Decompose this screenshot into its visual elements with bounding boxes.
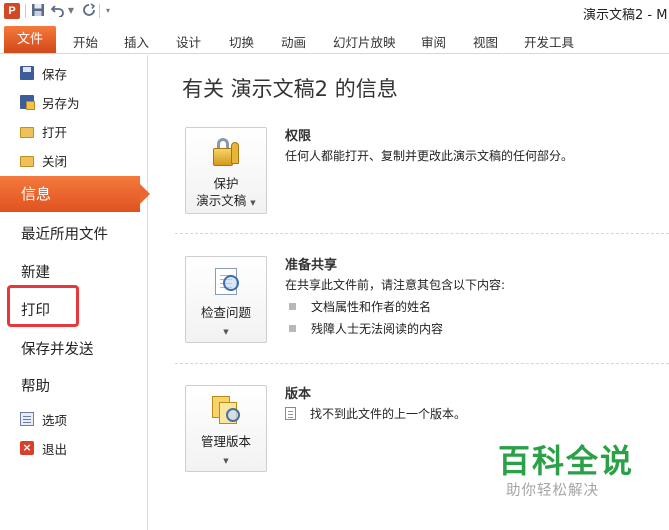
versions-title: 版本 bbox=[285, 387, 312, 402]
title-bar: P ▼ ▾ 演示文稿2 - M bbox=[0, 0, 669, 24]
document-icon bbox=[285, 407, 296, 420]
sidebar-item-exit[interactable]: × 退出 bbox=[20, 438, 67, 458]
powerpoint-logo-icon: P bbox=[4, 3, 20, 19]
undo-icon[interactable] bbox=[50, 3, 66, 19]
sidebar-item-new[interactable]: 新建 bbox=[21, 261, 50, 282]
sidebar-item-open[interactable]: 打开 bbox=[20, 121, 67, 141]
window-title: 演示文稿2 - M bbox=[583, 8, 668, 23]
sidebar-item-recent[interactable]: 最近所用文件 bbox=[21, 223, 108, 244]
quick-access-separator bbox=[99, 4, 100, 18]
list-item: 文档属性和作者的姓名 bbox=[289, 298, 431, 315]
sidebar-item-label: 选项 bbox=[42, 412, 68, 428]
chevron-down-icon: ▼ bbox=[250, 199, 256, 207]
customize-quick-access-icon[interactable]: ▾ bbox=[104, 4, 112, 18]
tab-slideshow[interactable]: 幻灯片放映 bbox=[333, 32, 396, 51]
sidebar-item-label: 另存为 bbox=[42, 95, 80, 111]
quick-access-separator bbox=[25, 4, 26, 18]
tab-developer[interactable]: 开发工具 bbox=[524, 32, 574, 51]
button-label: 管理版本 bbox=[200, 434, 251, 449]
prepare-sharing-section: 检查问题 ▼ 准备共享 在共享此文件前，请注意其包含以下内容: 文档属性和作者的… bbox=[175, 254, 669, 354]
exit-icon: × bbox=[20, 441, 34, 455]
tab-file[interactable]: 文件 bbox=[4, 26, 56, 53]
watermark-subtitle: 助你轻松解决 bbox=[506, 483, 599, 499]
manage-versions-button[interactable]: 管理版本 ▼ bbox=[185, 385, 267, 472]
save-icon bbox=[20, 66, 34, 80]
versions-description: 找不到此文件的上一个版本。 bbox=[285, 405, 466, 422]
inspect-document-icon bbox=[209, 265, 243, 297]
bullet-icon bbox=[289, 325, 296, 332]
button-label: 检查问题 bbox=[200, 305, 251, 320]
chevron-down-icon: ▼ bbox=[223, 328, 229, 336]
tab-review[interactable]: 审阅 bbox=[421, 32, 446, 51]
permissions-title: 权限 bbox=[285, 129, 312, 144]
close-folder-icon bbox=[20, 155, 34, 167]
ribbon-tabs: 文件 开始 插入 设计 切换 动画 幻灯片放映 审阅 视图 开发工具 bbox=[0, 24, 669, 54]
section-divider bbox=[175, 233, 669, 234]
sidebar-item-label: 关闭 bbox=[42, 153, 68, 169]
sidebar-item-options[interactable]: 选项 bbox=[20, 409, 67, 429]
permissions-section: 保护 演示文稿 ▼ 权限 任何人都能打开、复制并更改此演示文稿的任何部分。 bbox=[175, 125, 669, 225]
button-label-line2: 演示文稿 ▼ bbox=[196, 193, 256, 208]
sidebar-item-label: 退出 bbox=[42, 441, 68, 457]
page-title: 有关 演示文稿2 的信息 bbox=[182, 77, 398, 101]
sidebar-item-label: 保存 bbox=[42, 66, 68, 82]
section-divider bbox=[175, 363, 669, 364]
sidebar-item-save[interactable]: 保存 bbox=[20, 63, 67, 83]
sidebar-item-print[interactable]: 打印 bbox=[21, 299, 50, 320]
tab-view[interactable]: 视图 bbox=[473, 32, 498, 51]
button-label: 保护 bbox=[213, 176, 239, 191]
check-issues-button[interactable]: 检查问题 ▼ bbox=[185, 256, 267, 343]
lock-key-icon bbox=[209, 136, 243, 168]
redo-icon[interactable] bbox=[81, 3, 97, 19]
sidebar-item-close[interactable]: 关闭 bbox=[20, 150, 67, 170]
chevron-down-icon: ▼ bbox=[223, 457, 229, 465]
tab-transitions[interactable]: 切换 bbox=[229, 32, 254, 51]
prepare-title: 准备共享 bbox=[285, 258, 338, 273]
tab-design[interactable]: 设计 bbox=[176, 32, 201, 51]
undo-dropdown-icon[interactable]: ▼ bbox=[67, 4, 75, 18]
tab-insert[interactable]: 插入 bbox=[124, 32, 149, 51]
prepare-description: 在共享此文件前，请注意其包含以下内容: bbox=[285, 278, 506, 292]
sidebar-item-label: 打开 bbox=[42, 124, 68, 140]
permissions-description: 任何人都能打开、复制并更改此演示文稿的任何部分。 bbox=[285, 149, 574, 163]
save-icon[interactable] bbox=[30, 3, 46, 19]
options-icon bbox=[20, 412, 34, 426]
backstage-sidebar: 保存 另存为 打开 关闭 信息 最近所用文件 新建 打印 保存并发送 帮助 选项… bbox=[0, 55, 150, 530]
sidebar-item-help[interactable]: 帮助 bbox=[21, 375, 50, 396]
tab-animations[interactable]: 动画 bbox=[281, 32, 306, 51]
bullet-icon bbox=[289, 303, 296, 310]
protect-presentation-button[interactable]: 保护 演示文稿 ▼ bbox=[185, 127, 267, 214]
sidebar-item-save-send[interactable]: 保存并发送 bbox=[21, 338, 94, 359]
open-folder-icon bbox=[20, 126, 34, 138]
sidebar-item-save-as[interactable]: 另存为 bbox=[20, 92, 80, 112]
list-item: 残障人士无法阅读的内容 bbox=[289, 320, 443, 337]
versions-document-icon bbox=[209, 394, 243, 426]
sidebar-item-info[interactable]: 信息 bbox=[0, 176, 150, 212]
tab-home[interactable]: 开始 bbox=[73, 32, 98, 51]
save-as-icon bbox=[20, 95, 35, 110]
watermark-title: 百科全说 bbox=[498, 442, 635, 480]
